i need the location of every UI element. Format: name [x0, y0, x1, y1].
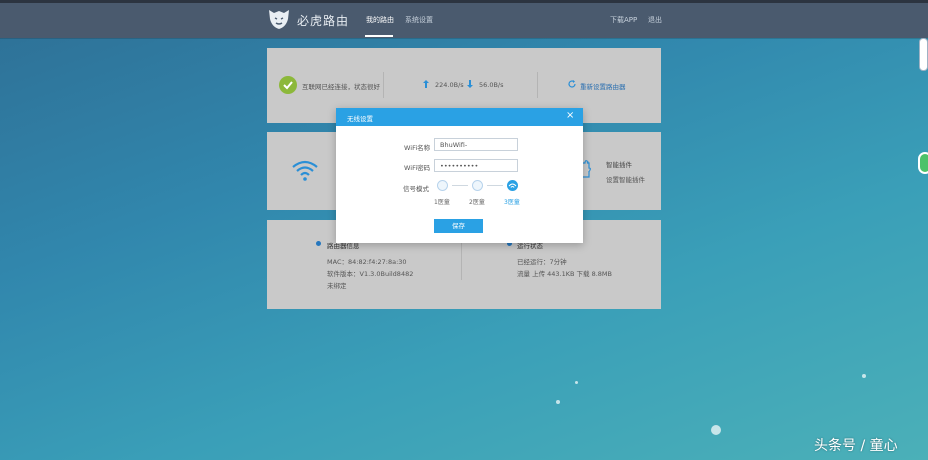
brand-name: 必虎路由 [297, 14, 350, 28]
binding-status: 未绑定 [327, 282, 347, 290]
divider [537, 72, 538, 98]
upload-arrow-icon [423, 80, 429, 88]
firmware-version: 软件版本：V1.3.0Build8482 [327, 270, 414, 278]
signal-option-3[interactable] [507, 180, 518, 191]
ssid-label: WiFi名称 [404, 144, 431, 152]
check-icon [279, 76, 297, 94]
signal-option-2[interactable] [472, 180, 483, 191]
signal-icon [508, 183, 517, 188]
internet-status-text: 互联网已经连接，状态很好 [302, 83, 380, 91]
divider [383, 72, 384, 98]
wifi-icon[interactable] [291, 158, 319, 182]
signal-option-1[interactable] [437, 180, 448, 191]
nav-system-settings[interactable]: 系统设置 [405, 15, 433, 25]
uptime: 已经运行：7分钟 [517, 258, 567, 266]
signal-mode-label: 信号模式 [403, 185, 429, 193]
refresh-icon[interactable] [568, 80, 576, 88]
password-label: WiFi密码 [404, 164, 431, 172]
top-navigation-bar: 必虎路由 我的路由 系统设置 下载APP 退出 [0, 0, 928, 38]
signal-option-3-label[interactable]: 3医童 [504, 197, 520, 206]
reset-router-link[interactable]: 重新设置路由器 [580, 81, 626, 91]
ssid-input[interactable] [434, 138, 518, 151]
password-input[interactable] [434, 159, 518, 172]
traffic-stats: 流量 上传 443.1KB 下载 8.8MB [517, 270, 612, 278]
mac-address: MAC：84:82:f4:27:8a:30 [327, 258, 407, 266]
tiger-logo-icon [269, 10, 289, 29]
close-icon[interactable]: × [566, 111, 574, 121]
nav-active-underline [365, 35, 393, 37]
logout-link[interactable]: 退出 [648, 15, 662, 25]
background-particle [575, 381, 578, 384]
signal-option-2-label[interactable]: 2医童 [469, 197, 485, 206]
download-app-link[interactable]: 下载APP [610, 15, 637, 25]
upload-speed: 224.0B/s [435, 81, 464, 89]
nav-my-router[interactable]: 我的路由 [366, 15, 394, 25]
download-speed: 56.0B/s [479, 81, 504, 89]
signal-option-1-label[interactable]: 1医童 [434, 197, 450, 206]
background-particle [711, 425, 721, 435]
save-button[interactable]: 保存 [434, 219, 483, 233]
scrollbar-handle[interactable] [919, 38, 928, 71]
router-info-bullet [316, 241, 321, 246]
background-particle [862, 374, 866, 378]
background-particle [556, 400, 560, 404]
dialog-header: 无线设置 × [336, 108, 583, 126]
download-arrow-icon [467, 80, 473, 88]
plugin-subtitle[interactable]: 设置智能插件 [606, 174, 645, 184]
wireless-settings-dialog: 无线设置 × WiFi名称 WiFi密码 信号模式 1医童 2医童 3医童 保存 [336, 108, 583, 243]
plugin-title[interactable]: 智能插件 [606, 159, 632, 169]
side-float-button[interactable] [918, 152, 928, 174]
dialog-title: 无线设置 [347, 115, 373, 123]
signal-track [487, 185, 503, 186]
signal-track [452, 185, 468, 186]
watermark: 头条号 / 童心 [814, 438, 898, 454]
